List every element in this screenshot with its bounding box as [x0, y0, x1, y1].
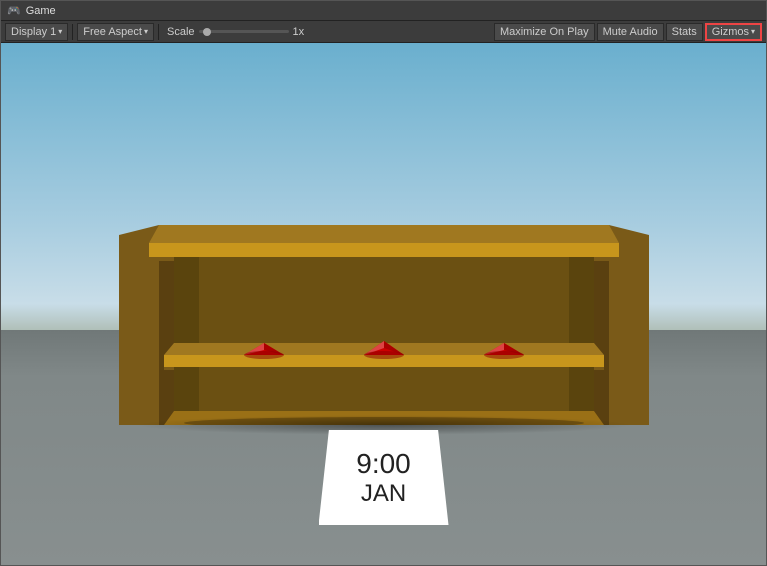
display-arrow: ▾	[58, 27, 62, 36]
month-display: JAN	[361, 480, 406, 508]
stats-button[interactable]: Stats	[666, 23, 703, 41]
mute-audio-button[interactable]: Mute Audio	[597, 23, 664, 41]
aspect-selector[interactable]: Free Aspect ▾	[77, 23, 154, 41]
scale-slider[interactable]	[199, 30, 289, 33]
display-label: Display 1	[11, 26, 56, 38]
title-bar: 🎮 Game	[1, 1, 766, 21]
game-window: 🎮 Game Display 1 ▾ Free Aspect ▾ Scale 1…	[0, 0, 767, 566]
scale-prefix: Scale	[167, 26, 195, 38]
aspect-label: Free Aspect	[83, 26, 142, 38]
display-selector[interactable]: Display 1 ▾	[5, 23, 68, 41]
toolbar-divider-2	[158, 24, 159, 40]
scale-slider-thumb	[203, 28, 211, 36]
shelf-unit	[119, 225, 649, 425]
time-display: 9:00	[356, 448, 411, 480]
gizmos-button[interactable]: Gizmos ▾	[705, 23, 762, 41]
window-title: Game	[26, 5, 56, 17]
window-icon: 🎮	[7, 4, 21, 17]
time-card: 9:00 JAN	[319, 430, 449, 525]
toolbar: Display 1 ▾ Free Aspect ▾ Scale 1x Maxim…	[1, 21, 766, 43]
aspect-arrow: ▾	[144, 27, 148, 36]
gizmos-arrow: ▾	[751, 27, 755, 36]
scale-container: Scale 1x	[163, 26, 308, 38]
stats-label: Stats	[672, 26, 697, 38]
maximize-label: Maximize On Play	[500, 26, 589, 38]
gizmos-label: Gizmos	[712, 26, 749, 38]
toolbar-divider-1	[72, 24, 73, 40]
maximize-on-play-button[interactable]: Maximize On Play	[494, 23, 595, 41]
mute-label: Mute Audio	[603, 26, 658, 38]
game-viewport: 9:00 JAN	[1, 43, 766, 565]
scale-value: 1x	[293, 26, 305, 38]
